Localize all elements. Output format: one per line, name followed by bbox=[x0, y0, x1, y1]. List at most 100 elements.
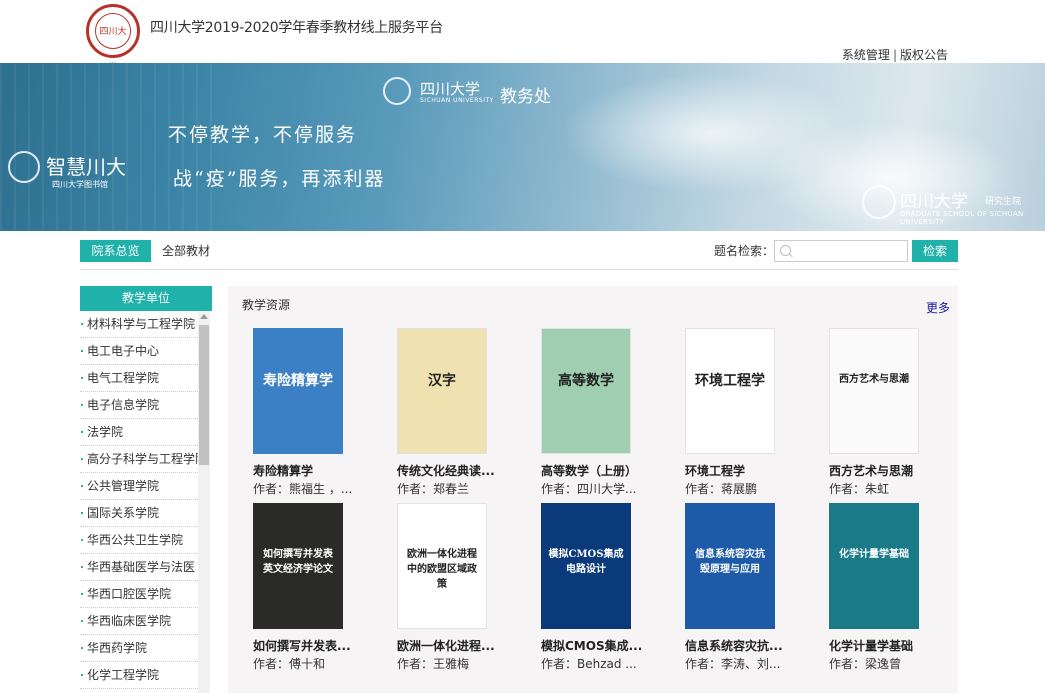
book-card[interactable]: 欧洲一体化进程中的欧盟区域政策 欧洲一体化进程... 作者：王雅梅 bbox=[397, 503, 497, 672]
book-author: 作者：傅十和 bbox=[253, 657, 326, 671]
sidebar-item-electrical-engineering[interactable]: 电气工程学院 bbox=[80, 365, 198, 392]
book-cover[interactable]: 化学计量学基础 bbox=[829, 503, 919, 629]
book-cover-text: 信息系统容灾抗毁原理与应用 bbox=[695, 549, 765, 575]
book-cover[interactable]: 环境工程学 bbox=[685, 328, 775, 454]
sidebar-item-public-administration[interactable]: 公共管理学院 bbox=[80, 473, 198, 500]
smart-scu-logo-icon bbox=[8, 151, 40, 183]
teaching-resources-panel: 教学资源 更多 寿险精算学 寿险精算学 作者：熊福生 ，... 汉字 传统文化经典读..… bbox=[228, 286, 958, 693]
book-title[interactable]: 信息系统容灾抗... bbox=[685, 637, 785, 654]
sidebar-item-materials[interactable]: 材料科学与工程学院 bbox=[80, 311, 198, 338]
book-cover-text: 寿险精算学 bbox=[263, 373, 333, 389]
book-title[interactable]: 如何撰写并发表... bbox=[253, 637, 353, 654]
panel-title: 教学资源 bbox=[242, 298, 291, 312]
top-links: 系统管理 | 版权公告 bbox=[842, 46, 948, 63]
book-title[interactable]: 欧洲一体化进程... bbox=[397, 637, 497, 654]
book-cover-text: 化学计量学基础 bbox=[839, 549, 909, 560]
book-card[interactable]: 寿险精算学 寿险精算学 作者：熊福生 ，... bbox=[253, 328, 353, 497]
sidebar-item-international-relations[interactable]: 国际关系学院 bbox=[80, 500, 198, 527]
book-card[interactable]: 信息系统容灾抗毁原理与应用信息系统容灾抗... 作者：李涛、刘... bbox=[685, 503, 785, 672]
book-title[interactable]: 环境工程学 bbox=[685, 462, 785, 479]
book-card[interactable]: 西方艺术与思潮 西方艺术与思潮 作者：朱虹 bbox=[829, 328, 929, 497]
smart-scu-subtext: 四川大学图书馆 bbox=[52, 180, 108, 189]
book-author: 作者：朱虹 bbox=[829, 482, 890, 496]
site-title: 四川大学2019-2020学年春季教材线上服务平台 bbox=[150, 20, 443, 36]
sidebar: 教学单位 材料科学与工程学院 电工电子中心 电气工程学院 电子信息学院 法学院 … bbox=[80, 286, 212, 693]
book-cover-text: 高等数学 bbox=[558, 373, 614, 389]
book-title[interactable]: 传统文化经典读... bbox=[397, 462, 497, 479]
header: 四川大学 四川大学2019-2020学年春季教材线上服务平台 系统管理|版权公告 bbox=[0, 0, 1045, 73]
book-card[interactable]: 汉字传统文化经典读... 作者：郑春兰 bbox=[397, 328, 497, 497]
scu-english-name: SICHUAN UNIVERSITY bbox=[420, 97, 494, 104]
book-card[interactable]: 化学计量学基础 化学计量学基础 作者：梁逸曾 bbox=[829, 503, 929, 672]
banner-slogan-2: 战“疫”服务，再添利器 bbox=[173, 168, 386, 190]
book-cover-text: 环境工程学 bbox=[695, 373, 765, 389]
book-cover-text: 汉字 bbox=[428, 373, 456, 389]
book-author: 作者：郑春兰 bbox=[397, 482, 470, 496]
banner: 智慧川大 四川大学图书馆 四川大学 SICHUAN UNIVERSITY 教务处… bbox=[0, 63, 1045, 231]
book-title[interactable]: 化学计量学基础 bbox=[829, 637, 929, 654]
sidebar-item-west-china-basic-medicine[interactable]: 华西基础医学与法医 bbox=[80, 554, 198, 581]
scroll-up-arrow-icon[interactable] bbox=[200, 314, 208, 319]
book-cover[interactable]: 汉字 bbox=[397, 328, 487, 454]
search-icon bbox=[780, 245, 791, 256]
graduate-school-seal-icon bbox=[862, 185, 896, 219]
book-card[interactable]: 模拟CMOS集成电路设计模拟CMOS集成... 作者：Behzad ... bbox=[541, 503, 642, 672]
book-cover-text: 欧洲一体化进程中的欧盟区域政策 bbox=[407, 549, 477, 590]
book-cover[interactable]: 西方艺术与思潮 bbox=[829, 328, 919, 454]
book-cover[interactable]: 信息系统容灾抗毁原理与应用 bbox=[685, 503, 775, 629]
book-card[interactable]: 如何撰写并发表英文经济学论文如何撰写并发表... 作者：傅十和 bbox=[253, 503, 353, 672]
book-title[interactable]: 模拟CMOS集成... bbox=[541, 637, 642, 654]
copyright-notice-link[interactable]: 版权公告 bbox=[900, 48, 948, 62]
search-input[interactable] bbox=[795, 242, 905, 260]
sidebar-title: 教学单位 bbox=[80, 286, 212, 311]
sidebar-item-west-china-clinical[interactable]: 华西临床医学院 bbox=[80, 608, 198, 635]
sidebar-item-electrical-electronics-center[interactable]: 电工电子中心 bbox=[80, 338, 198, 365]
graduate-school-english: GRADUATE SCHOOL OF SICHUAN UNIVERSITY bbox=[900, 210, 1024, 226]
scrollbar-thumb[interactable] bbox=[199, 325, 209, 465]
graduate-school-sub: 研究生院 bbox=[985, 197, 1022, 207]
book-cover[interactable]: 如何撰写并发表英文经济学论文 bbox=[253, 503, 343, 629]
sidebar-scrollbar[interactable] bbox=[198, 311, 210, 693]
sidebar-item-polymer[interactable]: 高分子科学与工程学院 bbox=[80, 446, 198, 473]
book-title[interactable]: 高等数学（上册） bbox=[541, 462, 641, 479]
academic-affairs-office: 教务处 bbox=[500, 87, 551, 107]
book-title[interactable]: 西方艺术与思潮 bbox=[829, 462, 929, 479]
banner-grid-decoration bbox=[0, 63, 220, 231]
sidebar-item-west-china-pharmacy[interactable]: 华西药学院 bbox=[80, 635, 198, 662]
book-card[interactable]: 环境工程学 环境工程学 作者：蒋展鹏 bbox=[685, 328, 785, 497]
sidebar-item-west-china-public-health[interactable]: 华西公共卫生学院 bbox=[80, 527, 198, 554]
book-cover-text: 西方艺术与思潮 bbox=[839, 374, 909, 385]
scu-seal-icon bbox=[383, 77, 411, 105]
book-cover[interactable]: 模拟CMOS集成电路设计 bbox=[541, 503, 631, 629]
search-button[interactable]: 检索 bbox=[912, 240, 958, 262]
sidebar-item-west-china-stomatology[interactable]: 华西口腔医学院 bbox=[80, 581, 198, 608]
link-separator: | bbox=[892, 48, 897, 62]
more-link[interactable]: 更多 bbox=[926, 299, 950, 316]
book-card[interactable]: 高等数学 高等数学（上册） 作者：四川大学... bbox=[541, 328, 641, 497]
book-cover[interactable]: 欧洲一体化进程中的欧盟区域政策 bbox=[397, 503, 487, 629]
sidebar-item-chemical-engineering[interactable]: 化学工程学院 bbox=[80, 662, 198, 689]
department-list[interactable]: 材料科学与工程学院 电工电子中心 电气工程学院 电子信息学院 法学院 高分子科学… bbox=[80, 311, 212, 693]
banner-slogan-1: 不停教学，不停服务 bbox=[168, 124, 358, 146]
book-title[interactable]: 寿险精算学 bbox=[253, 462, 353, 479]
book-cover-text: 如何撰写并发表英文经济学论文 bbox=[263, 549, 333, 575]
search-box[interactable] bbox=[774, 240, 908, 262]
filter-bar: 院系总览 全部教材 题名检索： 检索 bbox=[80, 240, 958, 270]
search-label: 题名检索： bbox=[714, 244, 775, 258]
sidebar-item-electronic-information[interactable]: 电子信息学院 bbox=[80, 392, 198, 419]
tab-department-overview[interactable]: 院系总览 bbox=[80, 240, 151, 262]
scu-name: 四川大学 bbox=[420, 80, 481, 98]
book-cover-text: 模拟CMOS集成电路设计 bbox=[548, 549, 624, 575]
book-author: 作者：李涛、刘... bbox=[685, 657, 781, 671]
smart-scu-text: 智慧川大 bbox=[46, 155, 126, 179]
book-author: 作者：熊福生 ，... bbox=[253, 482, 353, 496]
tab-all-materials[interactable]: 全部教材 bbox=[162, 240, 210, 262]
logo-seal-icon: 四川大学 bbox=[95, 13, 131, 73]
book-cover[interactable]: 寿险精算学 bbox=[253, 328, 343, 454]
book-author: 作者：Behzad ... bbox=[541, 657, 637, 671]
graduate-school-name: 四川大学 bbox=[900, 192, 968, 212]
sidebar-item-law[interactable]: 法学院 bbox=[80, 419, 198, 446]
book-cover[interactable]: 高等数学 bbox=[541, 328, 631, 454]
system-admin-link[interactable]: 系统管理 bbox=[842, 48, 890, 62]
university-logo[interactable]: 四川大学 bbox=[86, 4, 140, 73]
